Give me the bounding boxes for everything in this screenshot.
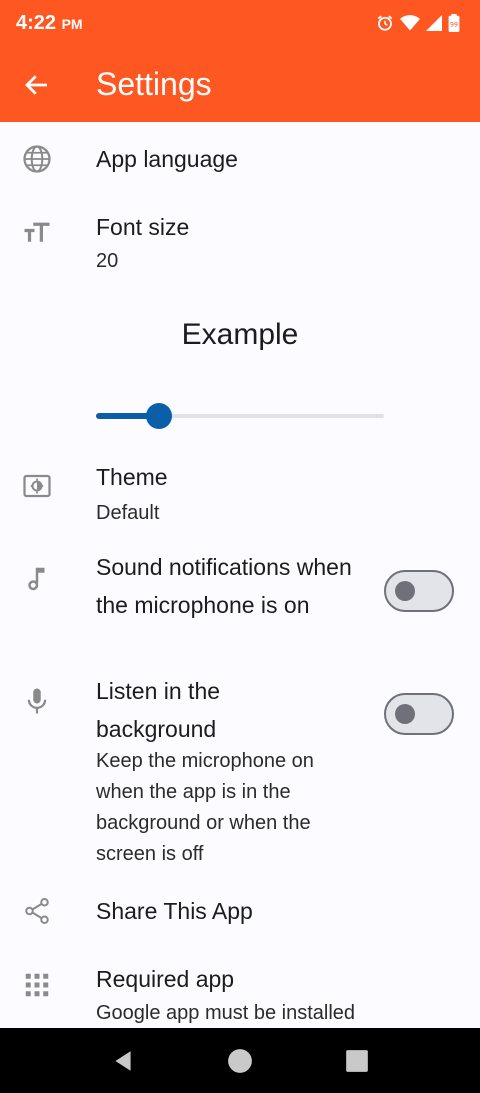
setting-value: Default bbox=[96, 502, 160, 524]
setting-sound-notifications[interactable]: Sound notifications when the microphone … bbox=[0, 542, 480, 662]
setting-title: Share This App bbox=[96, 898, 253, 924]
globe-icon bbox=[23, 145, 51, 173]
setting-title: Listen in the background bbox=[96, 678, 221, 742]
wifi-icon bbox=[400, 15, 420, 31]
apps-grid-icon bbox=[25, 973, 49, 997]
settings-list: App language Font size 20 Example Theme … bbox=[0, 122, 480, 1028]
alarm-icon bbox=[377, 15, 393, 31]
back-arrow-icon[interactable] bbox=[22, 70, 52, 100]
share-icon bbox=[25, 898, 49, 924]
toggle-knob bbox=[395, 581, 415, 601]
setting-title: Sound notifications when the microphone … bbox=[96, 554, 352, 618]
setting-title: Font size bbox=[96, 214, 190, 240]
theme-icon bbox=[23, 474, 51, 498]
system-nav-bar bbox=[0, 1028, 480, 1093]
sound-notifications-toggle[interactable] bbox=[384, 570, 454, 612]
status-ampm: PM bbox=[61, 16, 83, 32]
setting-font-size[interactable]: Font size 20 bbox=[0, 194, 480, 294]
setting-title: App language bbox=[96, 146, 238, 172]
signal-icon bbox=[426, 15, 442, 31]
setting-title: Required app bbox=[96, 966, 235, 992]
status-time-value: 4:22 bbox=[16, 12, 57, 34]
nav-recents-icon[interactable] bbox=[344, 1048, 370, 1074]
setting-title: Theme bbox=[96, 464, 168, 490]
app-bar: Settings bbox=[0, 48, 480, 122]
setting-value: 20 bbox=[96, 250, 119, 272]
font-size-example: Example bbox=[181, 318, 299, 351]
toggle-knob bbox=[395, 704, 415, 724]
page-title: Settings bbox=[96, 66, 212, 102]
status-bar: 4:22 PM 99 bbox=[0, 0, 480, 48]
setting-required-app[interactable]: Required app Google app must be installe… bbox=[0, 954, 480, 1028]
setting-description: Keep the microphone on when the app is i… bbox=[96, 750, 314, 865]
setting-share-app[interactable]: Share This App bbox=[0, 880, 480, 944]
nav-home-icon[interactable] bbox=[227, 1048, 253, 1074]
font-size-slider[interactable] bbox=[96, 402, 384, 430]
microphone-icon bbox=[27, 688, 47, 714]
status-icons: 99 bbox=[376, 14, 460, 32]
battery-level: 99 bbox=[450, 22, 458, 29]
listen-background-toggle[interactable] bbox=[384, 693, 454, 735]
status-time: 4:22 PM bbox=[16, 12, 83, 35]
setting-description: Google app must be installed bbox=[96, 1002, 356, 1024]
setting-app-language[interactable]: App language bbox=[0, 122, 480, 194]
setting-listen-background[interactable]: Listen in the background Keep the microp… bbox=[0, 672, 480, 872]
nav-back-icon[interactable] bbox=[110, 1048, 136, 1074]
text-size-icon bbox=[24, 222, 50, 242]
slider-thumb[interactable] bbox=[146, 403, 173, 429]
music-note-icon bbox=[28, 567, 45, 591]
battery-icon: 99 bbox=[448, 14, 460, 32]
setting-theme[interactable]: Theme Default bbox=[0, 454, 480, 542]
